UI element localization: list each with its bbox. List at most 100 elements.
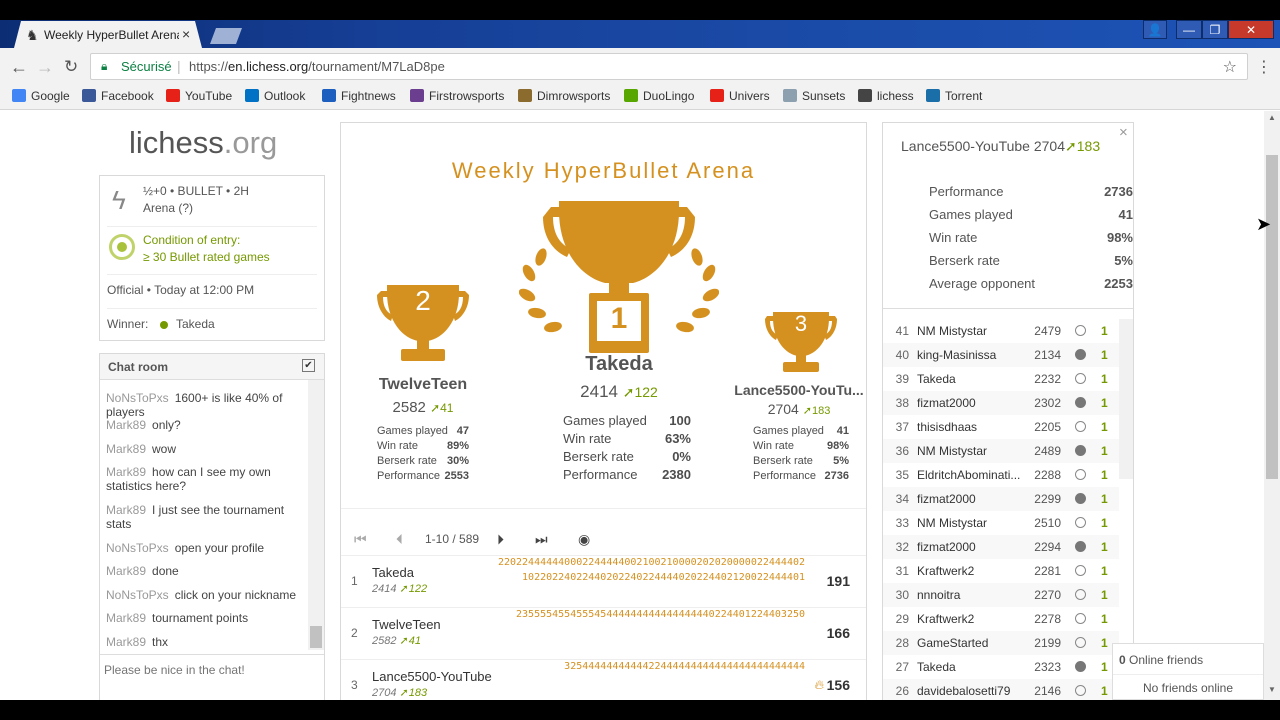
opponent-name[interactable]: NM Mistystar (917, 516, 1029, 530)
bookmark-facebook[interactable]: Facebook (82, 89, 154, 103)
chat-input[interactable] (100, 658, 324, 682)
new-tab-button[interactable] (210, 28, 242, 44)
game-row[interactable]: 39 Takeda 2232 1 (883, 367, 1119, 391)
chat-username[interactable]: NoNsToPxs (106, 541, 169, 555)
jump-to-me-icon[interactable]: ◉ (578, 531, 590, 548)
tab-close-icon[interactable]: × (182, 26, 190, 42)
games-scrollbar[interactable] (1119, 319, 1133, 479)
maximize-button[interactable]: ❐ (1202, 20, 1228, 39)
previous-page-icon[interactable]: ⏴ (396, 531, 403, 548)
bookmark-outlook[interactable]: Outlook (245, 89, 305, 103)
player-name[interactable]: TwelveTeen (372, 617, 441, 632)
game-row[interactable]: 37 thisisdhaas 2205 1 (883, 415, 1119, 439)
game-score: 1 (1101, 684, 1108, 698)
last-page-icon[interactable]: ⏭ (535, 531, 548, 548)
chat-username[interactable]: Mark89 (106, 418, 146, 432)
opponent-name[interactable]: Takeda (917, 660, 1029, 674)
tournament-system[interactable]: Arena (?) (143, 201, 193, 215)
close-window-button[interactable]: ✕ (1228, 20, 1274, 39)
page-range: 1-10 / 589 (425, 532, 480, 546)
opponent-name[interactable]: Kraftwerk2 (917, 612, 1029, 626)
game-row[interactable]: 41 NM Mistystar 2479 1 (883, 319, 1119, 343)
first-page-icon[interactable]: ⏮ (354, 531, 367, 548)
bookmark-star-icon[interactable]: ☆ (1223, 57, 1237, 77)
table-row[interactable]: 3 Lance5500-YouTube 2704 ➚183 3254444444444… (341, 659, 866, 700)
game-row[interactable]: 33 NM Mistystar 2510 1 (883, 511, 1119, 535)
chat-username[interactable]: Mark89 (106, 564, 146, 578)
third-place-name[interactable]: Lance5500-YouTu... (733, 382, 865, 398)
game-row[interactable]: 29 Kraftwerk2 2278 1 (883, 607, 1119, 631)
close-panel-icon[interactable]: × (1119, 124, 1128, 141)
site-logo[interactable]: lichess.org (129, 125, 277, 161)
opponent-name[interactable]: Takeda (917, 372, 1029, 386)
game-row[interactable]: 31 Kraftwerk2 2281 1 (883, 559, 1119, 583)
game-row[interactable]: 40 king-Masinissa 2134 1 (883, 343, 1119, 367)
opponent-name[interactable]: Kraftwerk2 (917, 564, 1029, 578)
menu-kebab-icon[interactable]: ⋮ (1256, 57, 1272, 77)
bottom-black-bar (0, 700, 1280, 720)
game-row[interactable]: 26 davidebalosetti79 2146 1 (883, 679, 1119, 700)
chat-username[interactable]: Mark89 (106, 465, 146, 479)
opponent-name[interactable]: thisisdhaas (917, 420, 1029, 434)
table-row[interactable]: 1 Takeda 2414 ➚122 220224444440002244444002… (341, 555, 866, 607)
bookmark-torrent[interactable]: Torrent (926, 89, 982, 103)
game-row[interactable]: 38 fizmat2000 2302 1 (883, 391, 1119, 415)
chat-username[interactable]: Mark89 (106, 503, 146, 517)
next-page-icon[interactable]: ⏵ (497, 531, 504, 548)
opponent-name[interactable]: GameStarted (917, 636, 1029, 650)
chat-username[interactable]: NoNsToPxs (106, 391, 169, 405)
game-row[interactable]: 28 GameStarted 2199 1 (883, 631, 1119, 655)
bookmark-univers[interactable]: Univers (710, 89, 770, 103)
game-row[interactable]: 36 NM Mistystar 2489 1 (883, 439, 1119, 463)
chat-scrollbar[interactable] (308, 380, 324, 650)
friends-box[interactable]: 0 Online friends No friends online (1112, 643, 1264, 700)
game-row[interactable]: 34 fizmat2000 2299 1 (883, 487, 1119, 511)
profile-button[interactable]: 👤 (1143, 20, 1167, 39)
first-place-name[interactable]: Takeda (519, 353, 719, 376)
game-row[interactable]: 35 EldritchAbominati... 2288 1 (883, 463, 1119, 487)
scroll-up-icon[interactable]: ▲ (1268, 113, 1276, 122)
chat-scrollbar-thumb[interactable] (310, 626, 322, 648)
opponent-name[interactable]: EldritchAbominati... (917, 468, 1029, 482)
chat-username[interactable]: Mark89 (106, 635, 146, 649)
bookmark-firstrowsports[interactable]: Firstrowsports (410, 89, 504, 103)
player-name[interactable]: Lance5500-YouTube (372, 669, 492, 684)
bookmark-dimrowsports[interactable]: Dimrowsports (518, 89, 610, 103)
chat-username[interactable]: Mark89 (106, 611, 146, 625)
minimize-button[interactable]: — (1176, 20, 1202, 39)
second-place-name[interactable]: TwelveTeen (361, 376, 485, 394)
bookmark-google[interactable]: Google (12, 89, 70, 103)
opponent-name[interactable]: fizmat2000 (917, 492, 1029, 506)
page-scrollbar[interactable]: ▲ ▼ (1264, 111, 1280, 700)
opponent-name[interactable]: NM Mistystar (917, 444, 1029, 458)
opponent-name[interactable]: nnnoitra (917, 588, 1029, 602)
game-row[interactable]: 27 Takeda 2323 1 (883, 655, 1119, 679)
scrollbar-thumb[interactable] (1266, 155, 1278, 479)
winner-name[interactable]: Takeda (176, 317, 215, 331)
back-arrow-icon[interactable]: ← (10, 57, 28, 78)
game-row[interactable]: 30 nnnoitra 2270 1 (883, 583, 1119, 607)
table-row[interactable]: 2 TwelveTeen 2582 ➚41 235555455455545444444… (341, 607, 866, 659)
opponent-name[interactable]: fizmat2000 (917, 396, 1029, 410)
opponent-name[interactable]: NM Mistystar (917, 324, 1029, 338)
chat-username[interactable]: NoNsToPxs (106, 588, 169, 602)
bookmark-duolingo[interactable]: DuoLingo (624, 89, 694, 103)
sunsets-icon (783, 89, 797, 102)
opponent-name[interactable]: davidebalosetti79 (917, 684, 1029, 698)
game-row[interactable]: 32 fizmat2000 2294 1 (883, 535, 1119, 559)
player-name[interactable]: Lance5500-YouTube (901, 138, 1030, 154)
bookmark-lichess[interactable]: lichess (858, 89, 914, 103)
forward-arrow-icon[interactable]: → (36, 57, 54, 78)
opponent-name[interactable]: king-Masinissa (917, 348, 1029, 362)
chat-toggle-checkbox[interactable]: ✔ (302, 359, 315, 372)
player-name[interactable]: Takeda (372, 565, 414, 580)
opponent-name[interactable]: fizmat2000 (917, 540, 1029, 554)
active-tab[interactable]: ♞ Weekly HyperBullet Arena × (14, 21, 202, 48)
bookmark-sunsets[interactable]: Sunsets (783, 89, 845, 103)
chat-username[interactable]: Mark89 (106, 442, 146, 456)
bookmark-fightnews[interactable]: Fightnews (322, 89, 396, 103)
address-bar[interactable]: 🔒︎ Sécurisé | https://en.lichess.org/tou… (90, 53, 1248, 80)
scroll-down-icon[interactable]: ▼ (1268, 685, 1276, 694)
reload-icon[interactable]: ↻ (64, 57, 78, 77)
bookmark-youtube[interactable]: YouTube (166, 89, 232, 103)
